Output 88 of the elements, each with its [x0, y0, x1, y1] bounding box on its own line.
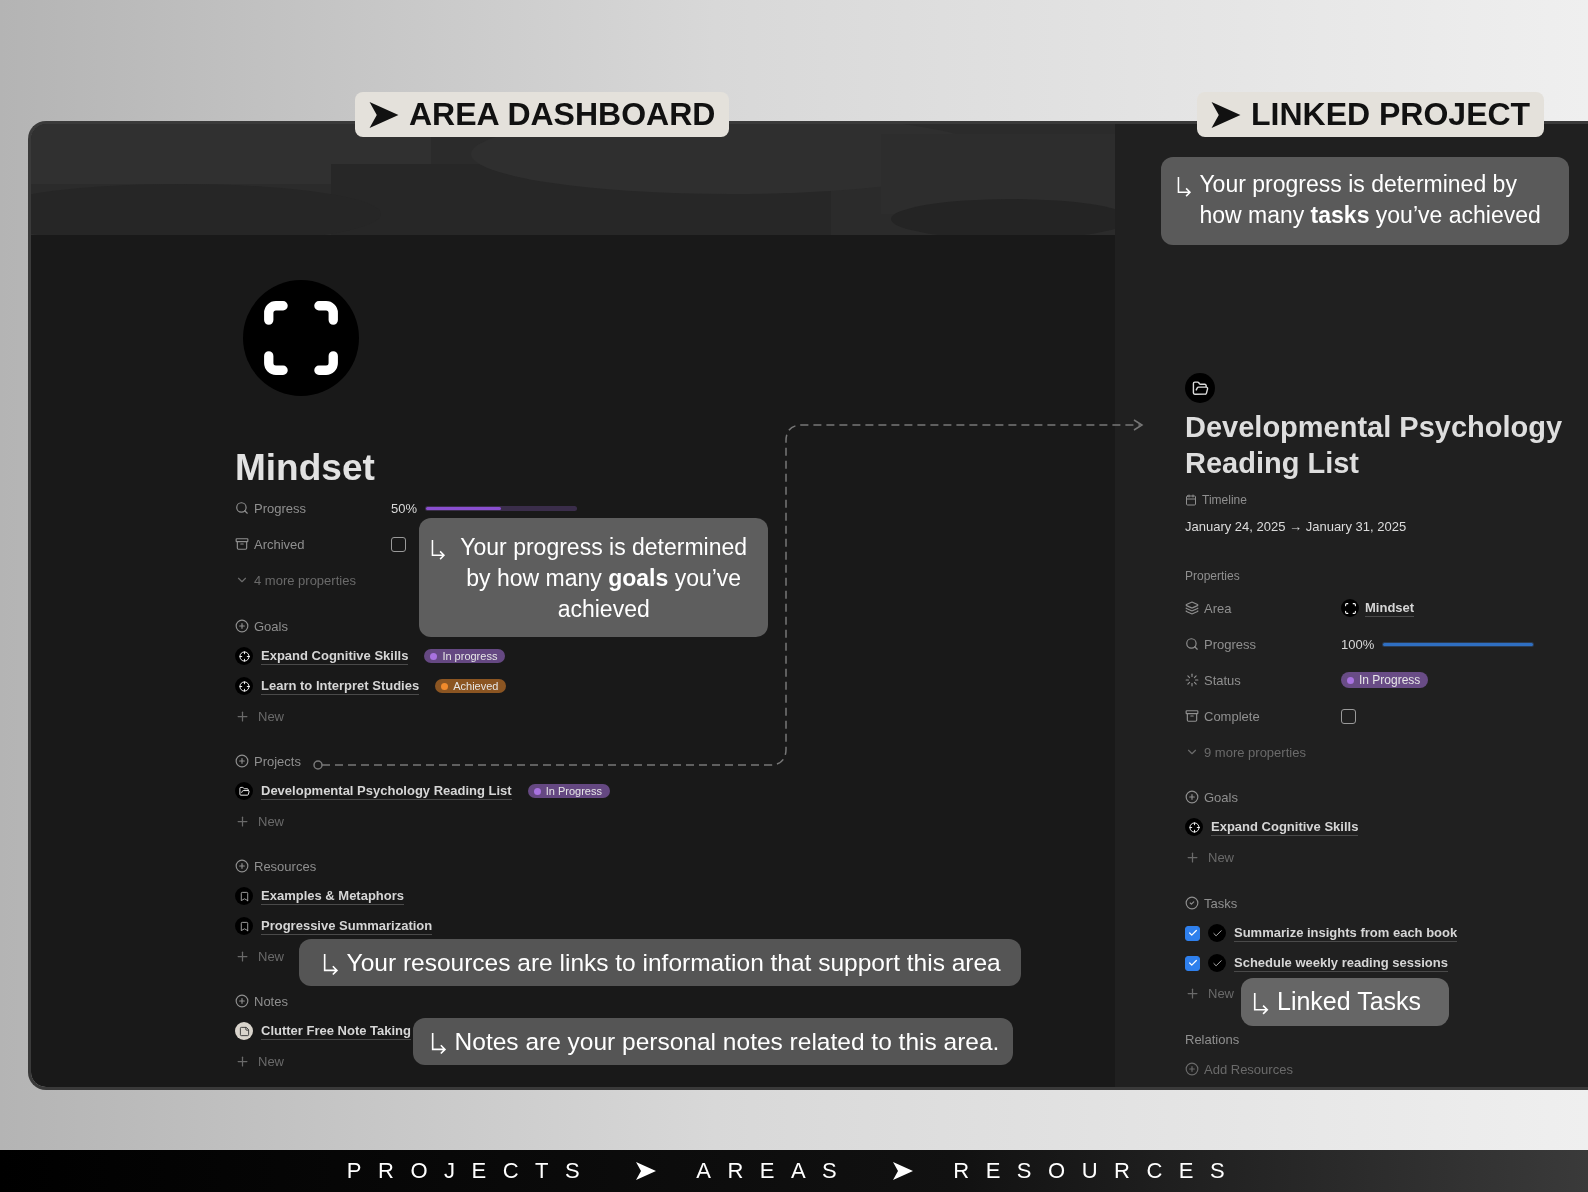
property-label: Status: [1204, 672, 1241, 688]
plus-circle-icon: [235, 754, 249, 768]
section-heading: Resources: [254, 858, 317, 874]
folder-icon: [1185, 373, 1215, 403]
page-title: Developmental Psychology Reading List: [1185, 410, 1564, 481]
arrow-icon: [429, 537, 448, 561]
bookmark-icon: [235, 887, 253, 905]
loader-icon: [1185, 673, 1199, 687]
status-badge: In Progress: [1341, 672, 1429, 688]
layers-icon: [1185, 601, 1199, 615]
property-label: Complete: [1204, 708, 1260, 724]
status-badge: Achieved: [435, 679, 507, 693]
checkbox[interactable]: [1341, 708, 1356, 724]
page-link[interactable]: Progressive Summarization: [261, 917, 433, 935]
section-heading: Notes: [254, 993, 288, 1009]
arrowhead-icon: [369, 101, 399, 128]
page-link[interactable]: Developmental Psychology Reading List: [261, 782, 512, 800]
page-link[interactable]: Expand Cognitive Skills: [261, 647, 409, 665]
arrow-icon: [1251, 991, 1271, 1017]
checkbox[interactable]: [391, 536, 406, 552]
arrowhead-icon: [636, 1162, 657, 1180]
section-heading: Properties: [1185, 569, 1240, 583]
calendar-icon: [1185, 494, 1197, 506]
page-title: Mindset: [235, 446, 376, 490]
plus-circle-icon: [235, 859, 249, 873]
relation-link[interactable]: Mindset: [1365, 599, 1415, 617]
property-label: Area: [1204, 600, 1232, 616]
checkbox[interactable]: [1185, 925, 1200, 941]
property-label: Archived: [254, 536, 305, 552]
plus-icon: [235, 813, 250, 829]
page-link[interactable]: Clutter Free Note Taking: [261, 1022, 411, 1040]
search-icon: [235, 501, 249, 515]
plus-icon: [235, 1053, 250, 1069]
archive-icon: [1185, 709, 1199, 723]
section-label-text: AREA DASHBOARD: [409, 96, 716, 133]
page-link[interactable]: Summarize insights from each book: [1234, 924, 1458, 942]
section-heading: Goals: [254, 618, 288, 634]
property-label: Progress: [1204, 636, 1257, 652]
page-link[interactable]: Expand Cognitive Skills: [1211, 818, 1359, 836]
progress-value: 50%: [391, 500, 418, 516]
callout-text: Notes are your personal notes related to this area.: [454, 1027, 1000, 1057]
callout-text: Your resources are links to information that support this area: [346, 948, 1001, 978]
plus-icon: [1185, 849, 1200, 865]
section-heading: Projects: [254, 753, 301, 769]
bookmark-icon: [235, 917, 253, 935]
page-link[interactable]: Schedule weekly reading sessions: [1234, 954, 1448, 972]
target-icon: [235, 647, 253, 665]
target-icon: [1185, 818, 1203, 836]
property-label: Progress: [254, 500, 307, 516]
target-icon: [235, 677, 253, 695]
progress-value: 100%: [1341, 636, 1375, 652]
plus-circle-icon: [1185, 1062, 1199, 1076]
check-icon: [1187, 928, 1198, 938]
section-label-text: LINKED PROJECT: [1251, 96, 1531, 133]
arrowhead-icon: [1211, 101, 1241, 128]
arrow-icon: [321, 952, 341, 977]
callout-text: Linked Tasks: [1277, 986, 1423, 1017]
property-label: Timeline: [1202, 493, 1247, 507]
arrow-icon: [429, 1031, 449, 1056]
check-circle-icon: [1185, 896, 1199, 910]
callout-text: Your progress is determined by how many goals you’ve achieved: [459, 533, 749, 625]
arrow-icon: [1175, 174, 1194, 198]
plus-icon: [235, 708, 250, 724]
callout-text: Your progress is determined by how many tasks you’ve achieved: [1199, 170, 1542, 231]
search-icon: [1185, 637, 1199, 651]
footer-word: AREAS: [696, 1158, 854, 1184]
section-heading: Goals: [1204, 789, 1238, 805]
note-icon: [235, 1022, 253, 1040]
page-link[interactable]: Examples & Metaphors: [261, 887, 405, 905]
status-badge: In Progress: [527, 784, 610, 798]
plus-icon: [1185, 985, 1200, 1001]
page-link[interactable]: Learn to Interpret Studies: [261, 677, 420, 695]
plus-circle-icon: [235, 619, 249, 633]
plus-circle-icon: [235, 994, 249, 1008]
plus-icon: [235, 948, 250, 964]
section-heading: Tasks: [1204, 895, 1238, 911]
folder-icon: [235, 782, 253, 800]
section-heading: Relations: [1185, 1031, 1240, 1047]
plus-circle-icon: [1185, 790, 1199, 804]
archive-icon: [235, 537, 249, 551]
check-icon: [1187, 958, 1198, 968]
scan-icon: [1341, 599, 1359, 617]
checkbox[interactable]: [1185, 955, 1200, 971]
footer-word: RESOURCES: [953, 1158, 1242, 1184]
footer-word: PROJECTS: [346, 1158, 597, 1184]
date-range: January 24, 2025 → January 31, 2025: [1185, 517, 1408, 536]
status-badge: In progress: [424, 649, 506, 663]
arrowhead-icon: [893, 1162, 914, 1180]
